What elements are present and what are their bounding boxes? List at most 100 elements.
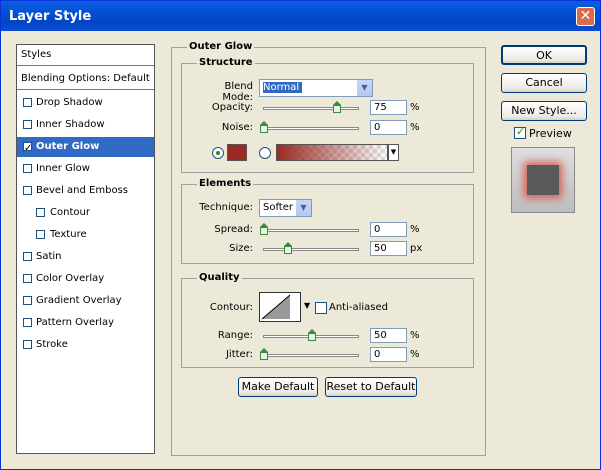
close-icon[interactable]: ✕ xyxy=(576,7,595,26)
style-item-label: Stroke xyxy=(36,339,68,350)
range-slider-thumb[interactable] xyxy=(308,329,316,341)
antialiased-label: Anti-aliased xyxy=(329,302,389,313)
ok-button[interactable]: OK xyxy=(501,45,587,65)
contour-dropdown-icon[interactable]: ▼ xyxy=(304,301,310,310)
checkmark-icon: ✓ xyxy=(516,125,526,138)
size-slider-thumb[interactable] xyxy=(284,242,292,254)
checkbox[interactable] xyxy=(36,208,45,217)
jitter-slider[interactable] xyxy=(263,354,359,357)
title-bar: Layer Style ✕ xyxy=(1,1,600,31)
technique-value: Softer xyxy=(263,202,293,213)
solid-color-radio[interactable] xyxy=(212,147,224,159)
cancel-button[interactable]: Cancel xyxy=(501,73,587,93)
jitter-slider-thumb[interactable] xyxy=(260,348,268,360)
jitter-label: Jitter: xyxy=(225,349,253,360)
style-item-bevel-emboss[interactable]: Bevel and Emboss xyxy=(17,181,154,201)
window-title: Layer Style xyxy=(9,9,92,24)
jitter-input[interactable]: 0 xyxy=(370,347,407,362)
blend-mode-label: Blend Mode: xyxy=(222,81,253,103)
contour-curve-icon xyxy=(261,294,291,320)
preview-label: Preview xyxy=(529,127,572,140)
quality-legend: Quality xyxy=(197,272,242,283)
opacity-slider[interactable] xyxy=(263,107,359,110)
technique-label: Technique: xyxy=(199,202,253,213)
opacity-input[interactable]: 75 xyxy=(370,100,407,115)
style-item-stroke[interactable]: Stroke xyxy=(17,335,154,355)
style-item-outer-glow[interactable]: Outer Glow xyxy=(17,137,154,159)
elements-legend: Elements xyxy=(197,178,254,189)
noise-input[interactable]: 0 xyxy=(370,120,407,135)
reset-default-button[interactable]: Reset to Default xyxy=(325,377,417,397)
antialiased-checkbox[interactable] xyxy=(315,302,327,314)
checkbox[interactable] xyxy=(23,252,32,261)
checkbox[interactable] xyxy=(23,186,32,195)
checkbox[interactable] xyxy=(23,139,32,159)
style-item-gradient-overlay[interactable]: Gradient Overlay xyxy=(17,291,154,311)
style-item-label: Inner Glow xyxy=(36,163,90,174)
make-default-button[interactable]: Make Default xyxy=(238,377,318,397)
contour-picker[interactable] xyxy=(259,292,301,322)
size-label: Size: xyxy=(229,243,253,254)
style-item-pattern-overlay[interactable]: Pattern Overlay xyxy=(17,313,154,333)
opacity-label: Opacity: xyxy=(211,102,253,113)
preview-glow-square xyxy=(527,165,559,195)
style-item-color-overlay[interactable]: Color Overlay xyxy=(17,269,154,289)
style-item-label: Bevel and Emboss xyxy=(36,185,128,196)
preview-thumbnail xyxy=(511,147,575,213)
blending-options[interactable]: Blending Options: Default xyxy=(17,69,154,90)
style-item-label: Satin xyxy=(36,251,62,262)
range-input[interactable]: 50 xyxy=(370,328,407,343)
checkbox[interactable] xyxy=(36,230,45,239)
noise-label: Noise: xyxy=(221,122,253,133)
checkbox[interactable] xyxy=(23,164,32,173)
size-input[interactable]: 50 xyxy=(370,241,407,256)
style-item-texture[interactable]: Texture xyxy=(17,225,154,245)
size-unit: px xyxy=(410,243,423,254)
spread-slider-thumb[interactable] xyxy=(260,223,268,235)
contour-label: Contour: xyxy=(209,302,253,313)
preview-checkbox[interactable]: ✓ xyxy=(514,125,526,139)
opacity-unit: % xyxy=(410,102,420,113)
style-item-label: Drop Shadow xyxy=(36,97,103,108)
size-slider[interactable] xyxy=(263,248,359,251)
noise-unit: % xyxy=(410,122,420,133)
style-item-label: Inner Shadow xyxy=(36,119,105,130)
styles-header[interactable]: Styles xyxy=(17,45,154,66)
checkbox[interactable] xyxy=(23,296,32,305)
style-item-inner-glow[interactable]: Inner Glow xyxy=(17,159,154,179)
style-item-label: Contour xyxy=(50,207,90,218)
chevron-down-icon: ▼ xyxy=(356,80,372,96)
glow-color-swatch[interactable] xyxy=(227,144,247,161)
checkbox[interactable] xyxy=(23,274,32,283)
range-label: Range: xyxy=(217,330,253,341)
styles-list: Styles Blending Options: Default Drop Sh… xyxy=(16,44,155,454)
noise-slider-thumb[interactable] xyxy=(260,121,268,133)
range-unit: % xyxy=(410,330,420,341)
noise-slider[interactable] xyxy=(263,127,359,130)
gradient-radio[interactable] xyxy=(259,147,271,159)
checkbox[interactable] xyxy=(23,340,32,349)
jitter-unit: % xyxy=(410,349,420,360)
style-item-label: Texture xyxy=(50,229,87,240)
spread-unit: % xyxy=(410,224,420,235)
style-item-drop-shadow[interactable]: Drop Shadow xyxy=(17,93,154,113)
style-item-label: Color Overlay xyxy=(36,273,105,284)
gradient-dropdown-icon[interactable]: ▼ xyxy=(388,144,399,161)
style-item-inner-shadow[interactable]: Inner Shadow xyxy=(17,115,154,135)
technique-select[interactable]: Softer ▼ xyxy=(259,199,312,217)
opacity-slider-thumb[interactable] xyxy=(333,101,341,113)
style-item-label: Gradient Overlay xyxy=(36,295,122,306)
new-style-button[interactable]: New Style... xyxy=(501,101,587,121)
styles-header-label: Styles xyxy=(21,49,52,60)
style-item-satin[interactable]: Satin xyxy=(17,247,154,267)
style-item-contour[interactable]: Contour xyxy=(17,203,154,223)
spread-slider[interactable] xyxy=(263,229,359,232)
gradient-picker[interactable] xyxy=(276,144,388,161)
checkbox[interactable] xyxy=(23,120,32,129)
checkbox[interactable] xyxy=(23,98,32,107)
blend-mode-select[interactable]: Normal ▼ xyxy=(259,79,373,97)
blend-mode-value: Normal xyxy=(263,82,303,93)
panel-title: Outer Glow xyxy=(187,41,255,52)
checkbox[interactable] xyxy=(23,318,32,327)
spread-input[interactable]: 0 xyxy=(370,222,407,237)
